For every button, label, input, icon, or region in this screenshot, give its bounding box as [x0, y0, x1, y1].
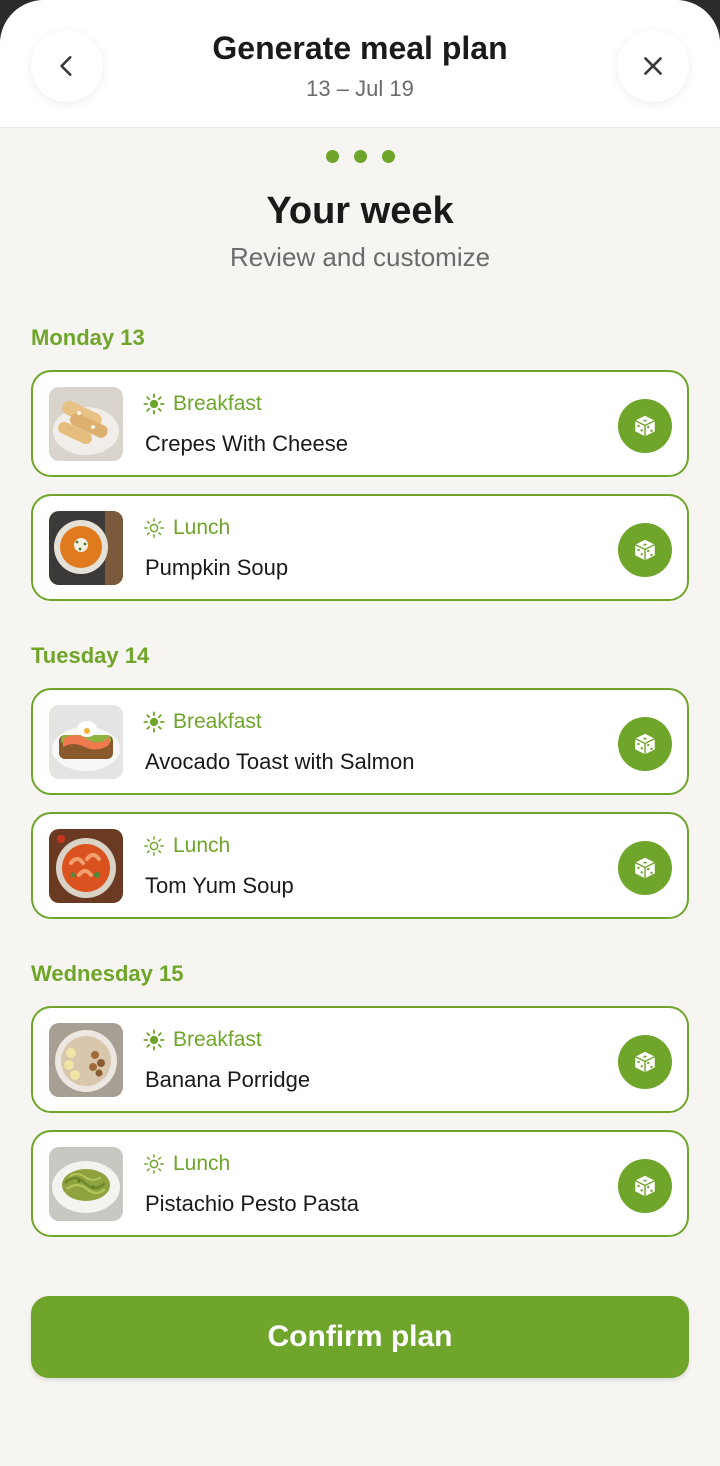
meal-type: Breakfast — [143, 710, 262, 734]
meal-photo — [49, 829, 123, 903]
meal-name: Tom Yum Soup — [145, 873, 294, 898]
shuffle-meal-button[interactable] — [618, 1035, 672, 1089]
meal-type-label: Lunch — [173, 516, 231, 539]
step-dot — [381, 150, 395, 163]
meal-plan-sheet: Generate meal plan 13 – Jul 19 Your week… — [0, 0, 720, 1466]
meal-type-label: Breakfast — [173, 1028, 262, 1051]
close-button[interactable] — [617, 30, 689, 102]
meal-type: Breakfast — [143, 1028, 262, 1052]
day-label-tuesday: Tuesday 14 — [31, 643, 150, 668]
page-title: Generate meal plan — [212, 30, 508, 66]
dice-icon — [634, 539, 656, 561]
meal-type: Lunch — [143, 516, 230, 540]
meal-type: Lunch — [143, 1152, 230, 1176]
meal-type: Breakfast — [143, 392, 262, 416]
close-icon — [644, 57, 662, 75]
dice-icon — [634, 857, 656, 879]
step-dot — [325, 150, 339, 163]
shuffle-meal-button[interactable] — [618, 1159, 672, 1213]
meal-photo — [49, 705, 123, 779]
meal-photo — [49, 1147, 123, 1221]
header: Generate meal plan 13 – Jul 19 — [0, 0, 720, 128]
day-label-wednesday: Wednesday 15 — [31, 961, 184, 986]
day-label-monday: Monday 13 — [31, 325, 145, 350]
meal-card-wednesday-breakfast[interactable]: Breakfast Banana Porridge — [31, 1006, 689, 1113]
shuffle-meal-button[interactable] — [618, 399, 672, 453]
meal-card-wednesday-lunch[interactable]: Lunch Pistachio Pesto Pasta — [31, 1130, 689, 1237]
dice-icon — [634, 1175, 656, 1197]
shuffle-meal-button[interactable] — [618, 841, 672, 895]
meal-name: Pistachio Pesto Pasta — [145, 1191, 360, 1216]
meal-card-tuesday-breakfast[interactable]: Breakfast Avocado Toast with Salmon — [31, 688, 689, 795]
meal-type-label: Lunch — [173, 1152, 231, 1175]
meal-type-label: Breakfast — [173, 710, 262, 733]
meal-card-tuesday-lunch[interactable]: Lunch Tom Yum Soup — [31, 812, 689, 919]
meal-name: Crepes With Cheese — [145, 431, 348, 456]
meal-card-monday-breakfast[interactable]: Breakfast Crepes With Cheese — [31, 370, 689, 477]
sun-outline-icon — [144, 836, 164, 856]
shuffle-meal-button[interactable] — [618, 523, 672, 577]
sun-filled-icon — [143, 393, 165, 415]
section-subtitle: Review and customize — [229, 242, 491, 272]
step-indicator — [0, 150, 720, 163]
meal-name: Banana Porridge — [145, 1067, 311, 1092]
meal-photo — [49, 387, 123, 461]
meal-photo — [49, 511, 123, 585]
sun-outline-icon — [144, 518, 164, 538]
dice-icon — [634, 415, 656, 437]
sun-filled-icon — [143, 1029, 165, 1051]
dice-icon — [634, 733, 656, 755]
meal-type: Lunch — [143, 834, 230, 858]
meal-name: Avocado Toast with Salmon — [145, 749, 415, 774]
sun-outline-icon — [144, 1154, 164, 1174]
meal-card-monday-lunch[interactable]: Lunch Pumpkin Soup — [31, 494, 689, 601]
meal-type-label: Lunch — [173, 834, 231, 857]
confirm-plan-button[interactable]: Confirm plan — [31, 1296, 689, 1378]
section-title: Your week — [266, 190, 454, 232]
shuffle-meal-button[interactable] — [618, 717, 672, 771]
date-range: 13 – Jul 19 — [306, 76, 414, 101]
sun-filled-icon — [143, 711, 165, 733]
meal-type-label: Breakfast — [173, 392, 262, 415]
meal-photo — [49, 1023, 123, 1097]
dice-icon — [634, 1051, 656, 1073]
step-dot — [353, 150, 367, 163]
meal-name: Pumpkin Soup — [145, 555, 289, 580]
